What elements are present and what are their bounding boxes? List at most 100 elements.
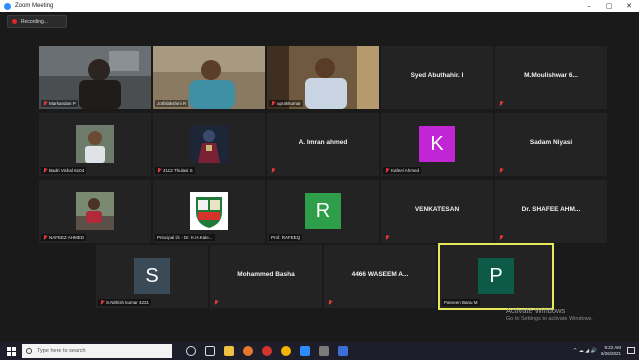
- participant-name: Prof. RAFEEQ: [271, 235, 301, 240]
- muted-mic-icon: [385, 235, 389, 240]
- participant-namebar: S.Nithish kumar 4231: [98, 299, 152, 306]
- window-titlebar: Zoom Meeting – ▢ ✕: [0, 0, 639, 12]
- muted-mic-icon: [43, 168, 47, 173]
- taskbar-search-input[interactable]: Type here to search: [22, 344, 172, 358]
- profile-picture: [76, 192, 114, 230]
- muted-mic-icon: [328, 300, 332, 305]
- participant-name: S.Nithish kumar 4231: [106, 300, 150, 305]
- window-controls: – ▢ ✕: [579, 0, 639, 12]
- zoom-app-icon: [4, 2, 11, 10]
- recording-dot-icon: [12, 19, 17, 24]
- word-icon[interactable]: [338, 346, 348, 356]
- participant-display-name: A. Imran ahmed: [298, 139, 348, 146]
- participant-namebar: 4113 Thulasi S: [155, 167, 195, 174]
- muted-mic-icon: [499, 101, 503, 106]
- file-explorer-icon[interactable]: [224, 346, 234, 356]
- participant-name: 4113 Thulasi S: [163, 168, 193, 173]
- participant-namebar: Markandan P: [41, 100, 78, 107]
- participant-namebar: NAFEEZ AHMED: [41, 234, 87, 241]
- profile-picture: [76, 125, 114, 163]
- participant-tile[interactable]: Markandan P: [39, 46, 151, 109]
- window-title: Zoom Meeting: [15, 3, 54, 9]
- muted-mic-icon: [43, 235, 47, 240]
- participant-name: Kafeel Ahmed: [391, 168, 420, 173]
- participant-namebar: Prof. RAFEEQ: [269, 234, 303, 241]
- participant-name: Badri Vishal 6104: [49, 168, 85, 173]
- muted-mic-icon: [385, 168, 389, 173]
- clock-date: 5/26/2021: [600, 351, 621, 356]
- minimize-button[interactable]: –: [579, 0, 599, 12]
- participant-tile[interactable]: R Prof. RAFEEQ: [267, 180, 379, 243]
- search-placeholder: Type here to search: [37, 348, 86, 354]
- participant-tile[interactable]: Syed Abuthahir. I: [381, 46, 493, 109]
- muted-mic-icon: [499, 235, 503, 240]
- opera-icon[interactable]: [262, 346, 272, 356]
- participant-name: uprakkumar: [277, 101, 301, 106]
- muted-mic-icon: [157, 168, 161, 173]
- chrome-icon[interactable]: [281, 346, 291, 356]
- profile-picture: [190, 125, 228, 163]
- participant-name: Markandan P: [49, 101, 76, 106]
- participant-tile[interactable]: Mohammed Basha: [210, 245, 322, 308]
- participant-tile[interactable]: K Kafeel Ahmed: [381, 113, 493, 176]
- participant-tile[interactable]: Jothilakshmi R: [153, 46, 265, 109]
- search-icon: [26, 348, 32, 354]
- participant-display-name: VENKATESAN: [414, 206, 460, 213]
- participant-tile[interactable]: Sadam Niyasi: [495, 113, 607, 176]
- participant-display-name: 4466 WASEEM A...: [351, 271, 409, 278]
- recording-indicator[interactable]: Recording...: [7, 15, 67, 28]
- muted-mic-icon: [100, 300, 104, 305]
- gallery-view: Markandan P Jothilakshmi R uprakkumar Sy…: [0, 12, 639, 342]
- muted-mic-icon: [43, 101, 47, 106]
- participant-tile[interactable]: NAFEEZ AHMED: [39, 180, 151, 243]
- cortana-icon[interactable]: [186, 346, 196, 356]
- activate-windows-watermark: Activate Windows Go to Settings to activ…: [506, 306, 593, 322]
- participant-name: Principal i/c - Dr. K.H.Kale...: [157, 235, 213, 240]
- participant-avatar: P: [478, 258, 514, 294]
- participant-avatar: K: [419, 126, 455, 162]
- participant-tile[interactable]: M.Moulishwar 6...: [495, 46, 607, 109]
- watermark-title: Activate Windows: [506, 306, 566, 315]
- taskbar-clock[interactable]: 9:22 AM 5/26/2021: [601, 345, 621, 357]
- start-button[interactable]: [0, 342, 22, 360]
- watermark-subtitle: Go to Settings to activate Windows.: [506, 316, 593, 322]
- participant-avatar: S: [134, 258, 170, 294]
- participant-tile[interactable]: 4113 Thulasi S: [153, 113, 265, 176]
- task-view-icon[interactable]: [205, 346, 215, 356]
- participant-tile[interactable]: VENKATESAN: [381, 180, 493, 243]
- participant-display-name: Syed Abuthahir. I: [410, 72, 464, 79]
- system-tray: ^ ☁ ◢ 🔊 9:22 AM 5/26/2021: [573, 342, 635, 360]
- participant-namebar: Jothilakshmi R: [155, 100, 189, 107]
- participant-tile[interactable]: A. Imran ahmed: [267, 113, 379, 176]
- participant-display-name: Mohammed Basha: [237, 271, 295, 278]
- firefox-icon[interactable]: [243, 346, 253, 356]
- muted-mic-icon: [499, 168, 503, 173]
- participant-namebar: Badri Vishal 6104: [41, 167, 87, 174]
- participant-tile[interactable]: S S.Nithish kumar 4231: [96, 245, 208, 308]
- zoom-taskbar-icon[interactable]: [300, 346, 310, 356]
- participant-tile[interactable]: 4466 WASEEM A...: [324, 245, 436, 308]
- participant-display-name: M.Moulishwar 6...: [524, 72, 578, 79]
- participant-namebar: uprakkumar: [269, 100, 303, 107]
- participant-name: Parveen Banu M: [444, 300, 478, 305]
- participant-tile[interactable]: Badri Vishal 6104: [39, 113, 151, 176]
- participant-tile[interactable]: Principal i/c - Dr. K.H.Kale...: [153, 180, 265, 243]
- participant-tile[interactable]: Dr. SHAFEE AHM...: [495, 180, 607, 243]
- settings-app-icon[interactable]: [319, 346, 329, 356]
- close-button[interactable]: ✕: [619, 0, 639, 12]
- participant-display-name: Dr. SHAFEE AHM...: [521, 206, 581, 213]
- participant-tile[interactable]: uprakkumar: [267, 46, 379, 109]
- muted-mic-icon: [214, 300, 218, 305]
- notification-icon[interactable]: [627, 347, 635, 355]
- tray-icons[interactable]: ^ ☁ ◢ 🔊: [573, 348, 597, 354]
- windows-logo-icon: [6, 346, 16, 356]
- muted-mic-icon: [271, 101, 275, 106]
- participant-name: Jothilakshmi R: [157, 101, 187, 106]
- muted-mic-icon: [271, 168, 275, 173]
- windows-taskbar: Type here to search ^ ☁ ◢ 🔊 9:22 AM 5/26…: [0, 342, 639, 360]
- participant-avatar: R: [305, 193, 341, 229]
- active-speaker-tile[interactable]: P Parveen Banu M: [438, 243, 554, 310]
- maximize-button[interactable]: ▢: [599, 0, 619, 12]
- participant-namebar: Kafeel Ahmed: [383, 167, 422, 174]
- recording-label: Recording...: [21, 18, 48, 25]
